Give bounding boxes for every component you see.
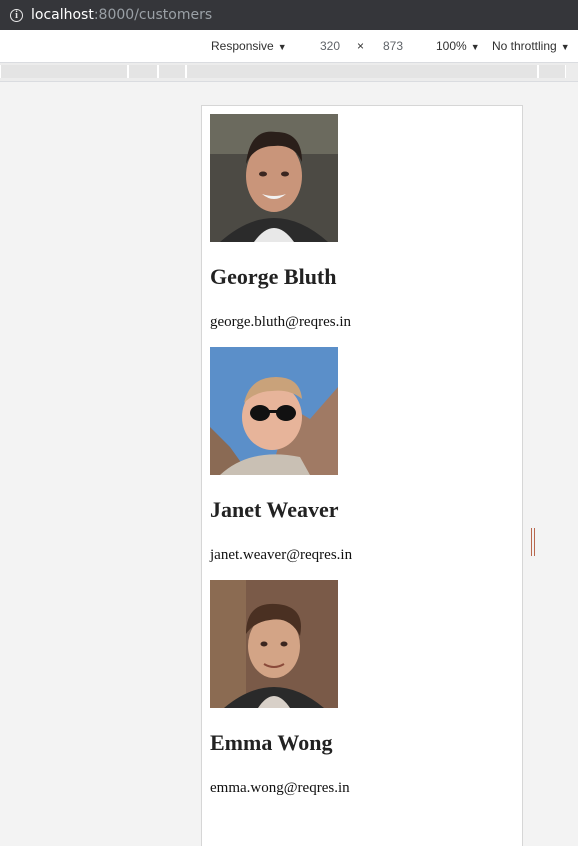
customer-name: George Bluth: [210, 264, 337, 289]
customer-email: janet.weaver@reqres.in: [210, 547, 353, 563]
customer-card: George Bluth george.bluth@reqres.in: [210, 114, 351, 330]
throttling-dropdown[interactable]: No throttling ▼: [492, 39, 570, 53]
caret-down-icon: ▼: [560, 42, 570, 52]
media-query-bar: [0, 63, 578, 82]
customer-name: Janet Weaver: [210, 497, 339, 522]
url-path: :8000/customers: [93, 7, 213, 23]
avatar-photo: [210, 580, 338, 708]
caret-down-icon: ▼: [470, 42, 480, 52]
avatar-photo: [210, 114, 338, 242]
avatar-photo: [210, 347, 338, 475]
media-query-segment[interactable]: [0, 65, 128, 78]
zoom-label: 100%: [436, 39, 467, 53]
media-query-segment[interactable]: [538, 65, 566, 78]
address-bar[interactable]: i localhost:8000/customers: [0, 0, 578, 30]
device-label: Responsive: [211, 39, 274, 53]
info-icon[interactable]: i: [10, 8, 23, 22]
viewport-resize-handle[interactable]: [531, 528, 535, 556]
url-text[interactable]: localhost:8000/customers: [31, 7, 212, 23]
device-toolbar: Responsive ▼ 320 × 873 100% ▼ No throttlin…: [0, 30, 578, 63]
zoom-dropdown[interactable]: 100% ▼: [436, 39, 480, 53]
throttling-label: No throttling: [492, 39, 557, 53]
dimension-separator: ×: [357, 39, 365, 53]
url-host: localhost: [31, 7, 94, 23]
media-query-segment[interactable]: [158, 65, 186, 78]
caret-down-icon: ▼: [277, 42, 287, 52]
media-query-segment[interactable]: [128, 65, 158, 78]
customer-email: george.bluth@reqres.in: [210, 314, 351, 330]
customer-name: Emma Wong: [210, 730, 333, 755]
width-input[interactable]: 320: [320, 39, 340, 53]
customer-card: Janet Weaver janet.weaver@reqres.in: [210, 347, 352, 563]
device-dropdown[interactable]: Responsive ▼: [211, 39, 287, 53]
media-query-segment[interactable]: [186, 65, 538, 78]
customer-email: emma.wong@reqres.in: [210, 780, 350, 796]
customer-card: Emma Wong emma.wong@reqres.in: [210, 580, 350, 796]
emulated-viewport: George Bluth george.bluth@reqres.in Jane…: [202, 106, 522, 846]
height-input[interactable]: 873: [383, 39, 403, 53]
